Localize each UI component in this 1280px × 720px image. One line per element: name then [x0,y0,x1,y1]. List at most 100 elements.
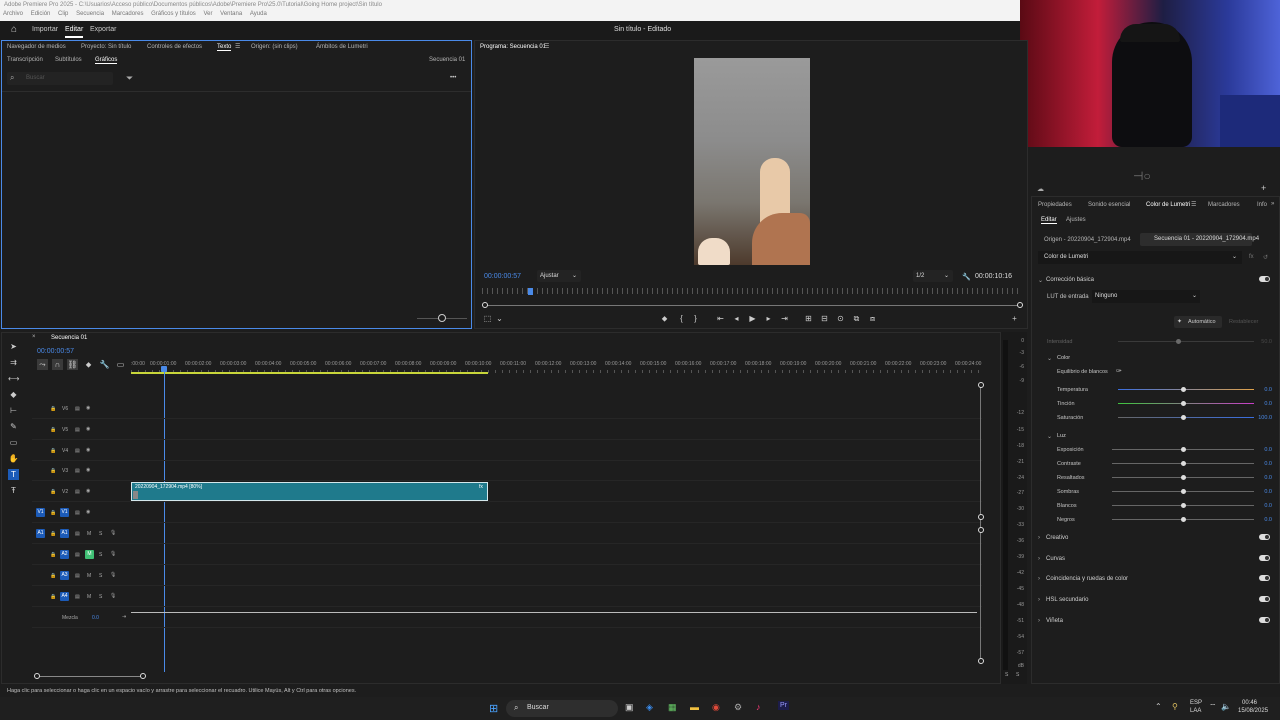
menu-ventana[interactable]: Ventana [220,11,242,17]
eye-icon[interactable]: ◉ [86,488,90,494]
section-toggle[interactable] [1259,534,1270,540]
resolution-dropdown[interactable]: 1/2 ⌄ [913,270,953,282]
go-to-in-icon[interactable]: ⇤ [715,313,726,324]
exposicion-row[interactable]: Exposición 0.0 [1032,443,1272,457]
mix-end-icon[interactable]: ⇥ [122,614,126,620]
tab-editar[interactable]: Editar [65,26,84,38]
timeline-tab[interactable]: Secuencia 01 [51,335,87,341]
tab-importar[interactable]: Importar [32,26,58,33]
selection-tool-icon[interactable]: ➤ [8,341,19,352]
location-icon[interactable]: ⚲ [1172,702,1178,711]
cloud-icon[interactable]: ☁ [1037,185,1044,193]
eyedropper-icon[interactable]: ✑ [1116,367,1122,375]
lock-icon[interactable]: 🔒 [50,406,56,412]
contraste-row[interactable]: Contraste 0.0 [1032,457,1272,471]
track-a2[interactable]: 🔒 A2 ▤ M S 🎙 [32,545,982,565]
captions-icon[interactable]: ▭ [115,359,126,370]
vertical-scrollbar[interactable] [980,385,981,660]
track-v4[interactable]: 🔒 V4 ▤ ◉ [32,441,982,461]
subtab-editar[interactable]: Editar [1041,217,1057,224]
lock-icon[interactable]: 🔒 [50,427,56,433]
sync-icon[interactable]: ▤ [75,510,80,516]
mark-out-icon[interactable]: } [690,313,701,324]
type-tool-icon[interactable]: T [8,469,19,480]
track-target-v1[interactable]: V1 [60,508,69,517]
scroll-handle[interactable] [978,527,984,533]
sync-icon[interactable]: ▤ [75,531,80,537]
sombras-knob[interactable] [1181,489,1186,494]
tab-navegador-medios[interactable]: Navegador de medios [7,44,66,50]
zoom-slider-handle[interactable] [438,314,446,322]
lock-icon[interactable]: 🔒 [50,448,56,454]
panel-menu-icon[interactable]: ☰ [1191,201,1196,208]
eye-icon[interactable]: ◉ [86,467,90,473]
blancos-value[interactable]: 0.0 [1258,503,1272,509]
mute-button[interactable]: M [87,573,91,579]
sync-icon[interactable]: ▤ [75,448,80,454]
track-v6[interactable]: 🔒 V6 ▤ ◉ [32,399,982,419]
lock-icon[interactable]: 🔒 [50,531,56,537]
intensity-row[interactable]: Intensidad 50.0 [1032,335,1272,349]
mute-button[interactable]: M [87,531,91,537]
lock-icon[interactable]: 🔒 [50,594,56,600]
camera-icon[interactable]: ⊙ [835,313,846,324]
language-code[interactable]: ESP [1190,700,1202,706]
taskbar-search[interactable]: ⌕ Buscar [506,700,618,717]
chevron-down-icon[interactable]: ⌄ [494,313,505,324]
eye-icon[interactable]: ◉ [86,509,90,515]
scroll-handle-left[interactable] [482,302,488,308]
task-view-icon[interactable]: ▣ [625,702,634,713]
reset-button[interactable]: Restablecer [1229,319,1258,325]
ripple-edit-icon[interactable]: ⟷ [8,373,19,384]
track-target-a2[interactable]: A2 [60,550,69,559]
vr-icon[interactable]: ⧈ [867,313,878,324]
temperatura-slider[interactable] [1118,389,1254,390]
close-icon[interactable]: × [32,334,36,340]
section-hsl[interactable]: › HSL secundario [1032,593,1276,611]
settings-wrench-icon[interactable]: 🔧 [99,359,110,370]
scroll-handle[interactable] [978,382,984,388]
tincion-row[interactable]: Tinción 0.0 [1032,397,1272,411]
section-vineta[interactable]: › Viñeta [1032,614,1276,632]
track-target-a4[interactable]: A4 [60,592,69,601]
source-clip-tab[interactable]: Origen - 20220904_172904.mp4 [1044,237,1131,243]
tab-color-lumetri[interactable]: Color de Lumetri [1146,202,1190,208]
contraste-value[interactable]: 0.0 [1258,461,1272,467]
sequence-clip-tab[interactable]: Secuencia 01 - 20220904_172904.mp4 [1140,233,1259,246]
mark-in-icon[interactable]: { [676,313,687,324]
tab-info[interactable]: Info [1257,202,1267,208]
program-menu-icon[interactable]: ☰ [544,43,549,50]
chevron-right-icon[interactable]: » [1271,201,1274,207]
hand-tool-icon[interactable]: ✋ [8,453,19,464]
subtab-ajustes[interactable]: Ajustes [1066,217,1086,223]
scroll-handle[interactable] [34,673,40,679]
tab-controles-efectos[interactable]: Controles de efectos [147,44,202,50]
eye-icon[interactable]: ◉ [86,405,90,411]
tab-propiedades[interactable]: Propiedades [1038,202,1072,208]
panel-menu-icon[interactable]: ☰ [235,43,240,50]
home-icon[interactable]: ⌂ [11,24,17,35]
track-target-a3[interactable]: A3 [60,571,69,580]
scroll-handle[interactable] [140,673,146,679]
resaltados-knob[interactable] [1181,475,1186,480]
section-toggle[interactable] [1259,555,1270,561]
exposicion-value[interactable]: 0.0 [1258,447,1272,453]
more-options-icon[interactable]: ••• [450,75,456,81]
meter-solo-left[interactable]: S [1005,672,1008,678]
menu-marcadores[interactable]: Marcadores [112,11,144,17]
sombras-row[interactable]: Sombras 0.0 [1032,485,1272,499]
menu-ver[interactable]: Ver [203,11,212,17]
subtab-graficos[interactable]: Gráficos [95,57,118,64]
linked-selection-icon[interactable]: ⛓ [67,359,78,370]
lut-dropdown[interactable]: Ninguno ⌄ [1092,290,1200,303]
wrench-icon[interactable]: 🔧 [962,273,971,281]
track-v3[interactable]: 🔒 V3 ▤ ◉ [32,461,982,481]
contraste-knob[interactable] [1181,461,1186,466]
menu-secuencia[interactable]: Secuencia [76,11,104,17]
sync-icon[interactable]: ▤ [75,594,80,600]
sync-icon[interactable]: ▤ [75,489,80,495]
saturacion-row[interactable]: Saturación 100.0 [1032,411,1272,425]
store-icon[interactable]: ▦ [668,702,677,713]
clock-date[interactable]: 15/08/2025 [1238,708,1268,714]
add-marker-icon[interactable]: ⬥ [83,359,94,370]
